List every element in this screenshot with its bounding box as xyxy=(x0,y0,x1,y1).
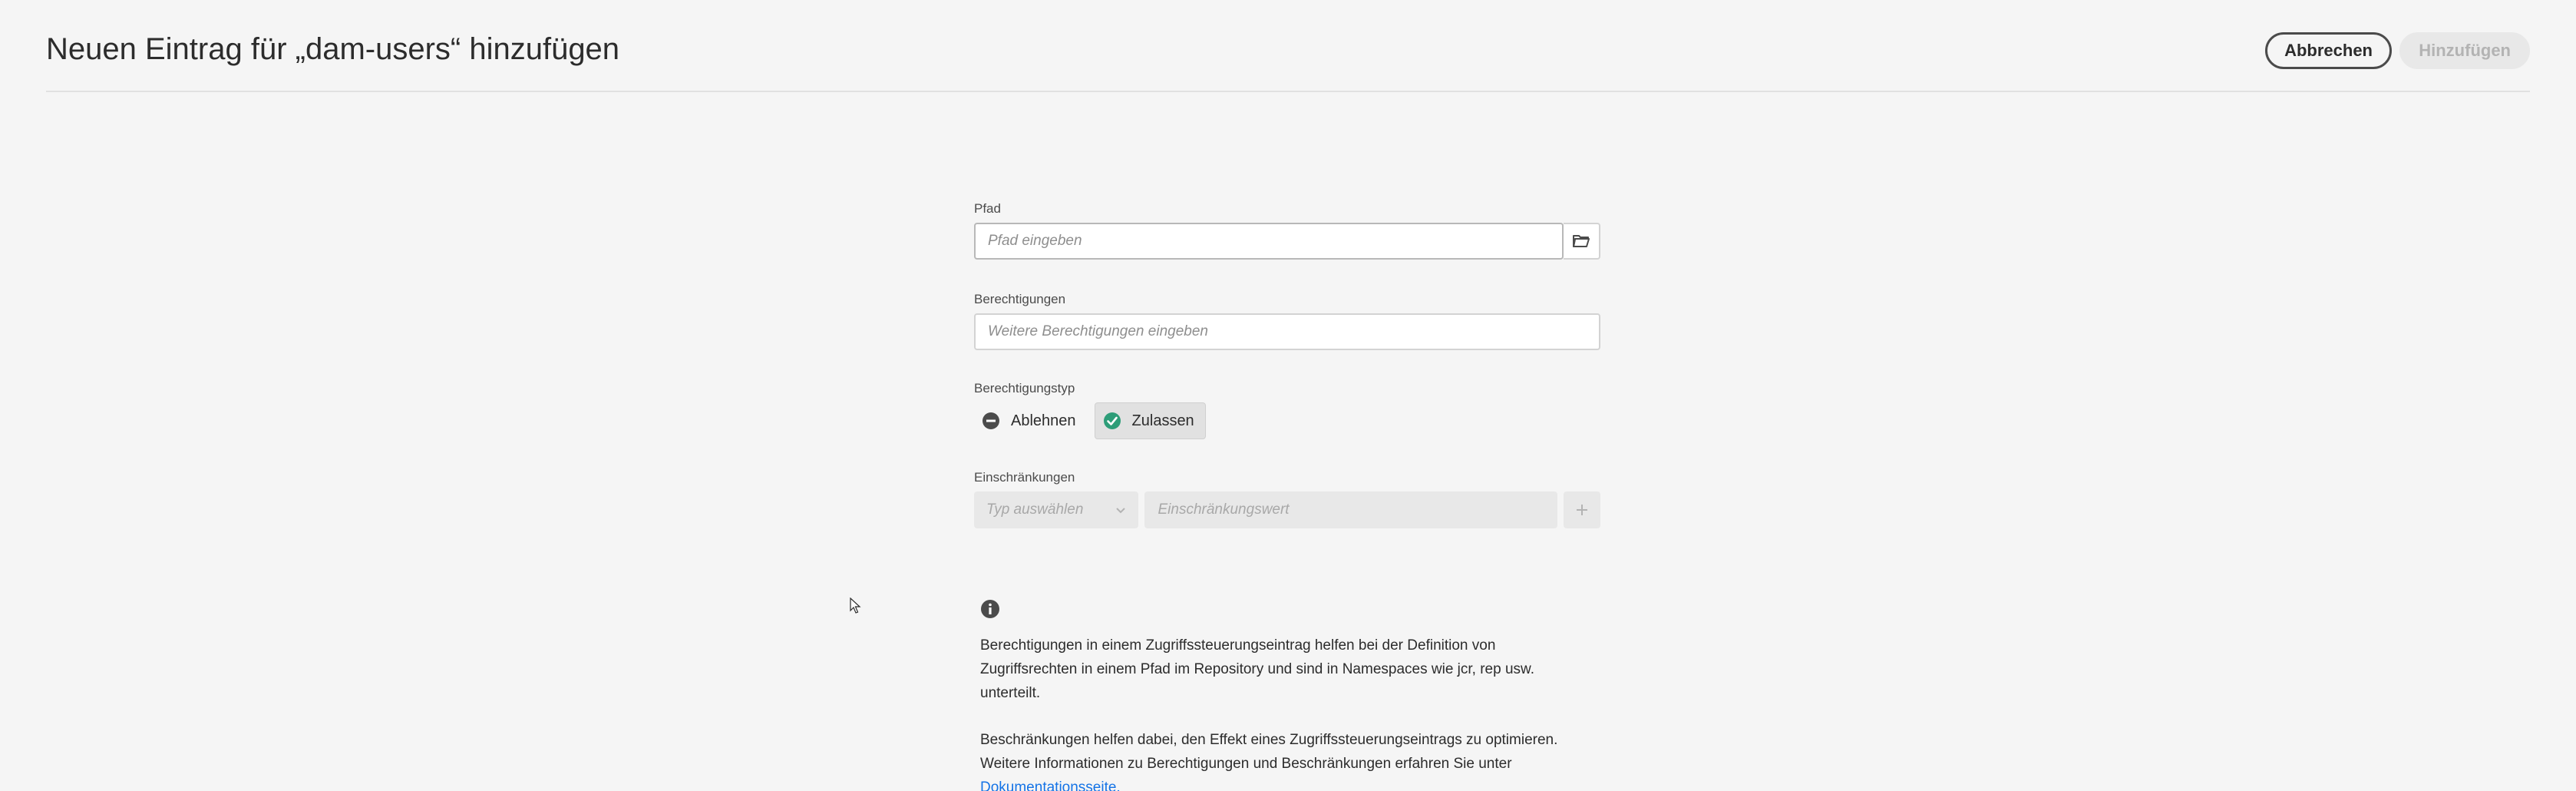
ace-form: Pfad Berechtigungen Berechtigungstyp xyxy=(974,201,1600,559)
deny-label: Ablehnen xyxy=(1011,412,1076,429)
restrictions-row: Typ auswählen xyxy=(974,491,1600,528)
cancel-button[interactable]: Abbrechen xyxy=(2265,32,2392,69)
restrictions-label: Einschränkungen xyxy=(974,470,1075,485)
dialog-header: Neuen Eintrag für „dam-users“ hinzufügen… xyxy=(46,0,2530,92)
plus-icon xyxy=(1577,505,1588,515)
deny-icon xyxy=(982,412,1000,430)
info-section: Berechtigungen in einem Zugriffssteuerun… xyxy=(980,599,1594,791)
info-paragraph-permissions: Berechtigungen in einem Zugriffssteuerun… xyxy=(980,637,1534,701)
check-circle-icon xyxy=(1103,412,1121,430)
restriction-type-placeholder: Typ auswählen xyxy=(986,501,1084,518)
mouse-cursor-icon xyxy=(850,597,861,614)
info-icon xyxy=(981,600,999,618)
restrictions-group: Einschränkungen Typ auswählen xyxy=(974,470,1600,528)
page: Neuen Eintrag für „dam-users“ hinzufügen… xyxy=(0,0,2576,791)
permissions-label: Berechtigungen xyxy=(974,292,1066,306)
add-button[interactable]: Hinzufügen xyxy=(2399,32,2530,69)
path-row xyxy=(974,223,1600,260)
permissions-input[interactable] xyxy=(974,313,1600,350)
permission-type-label: Berechtigungstyp xyxy=(974,381,1075,396)
path-input[interactable] xyxy=(974,223,1564,260)
restriction-value-input[interactable] xyxy=(1144,491,1558,528)
path-label: Pfad xyxy=(974,201,1001,216)
info-paragraph-restrictions-text: Beschränkungen helfen dabei, den Effekt … xyxy=(980,732,1558,772)
documentation-link[interactable]: Dokumentationsseite. xyxy=(980,779,1121,791)
page-title: Neuen Eintrag für „dam-users“ hinzufügen xyxy=(46,32,620,66)
allow-label: Zulassen xyxy=(1131,412,1194,429)
deny-option[interactable]: Ablehnen xyxy=(974,402,1087,439)
path-group: Pfad xyxy=(974,201,1600,260)
chevron-down-icon xyxy=(1115,508,1125,514)
permissions-group: Berechtigungen xyxy=(974,292,1600,350)
folder-icon xyxy=(1573,235,1590,247)
add-restriction-button[interactable] xyxy=(1564,491,1600,528)
info-paragraph-restrictions: Beschränkungen helfen dabei, den Effekt … xyxy=(980,728,1594,791)
permission-type-group: Berechtigungstyp Ablehnen Zulassen xyxy=(974,381,1600,439)
restriction-type-select[interactable]: Typ auswählen xyxy=(974,491,1138,528)
allow-option[interactable]: Zulassen xyxy=(1094,402,1206,439)
browse-path-button[interactable] xyxy=(1564,223,1600,260)
permission-type-options: Ablehnen Zulassen xyxy=(974,402,1600,439)
